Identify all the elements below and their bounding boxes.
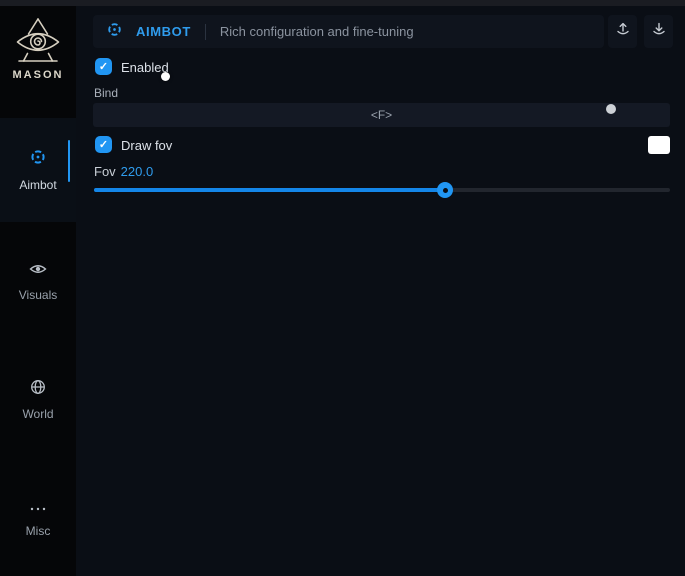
- sidebar-item-label: Aimbot: [19, 178, 56, 192]
- window-top-edge: [0, 0, 685, 6]
- crosshair-icon: [106, 21, 123, 43]
- active-item-indicator: [68, 140, 70, 182]
- eye-icon: [29, 262, 47, 281]
- enabled-checkbox[interactable]: ✓: [95, 58, 112, 75]
- crosshair-icon: [29, 148, 47, 171]
- page-subtitle: Rich configuration and fine-tuning: [220, 24, 414, 39]
- check-icon: ✓: [99, 138, 108, 151]
- sidebar-item-visuals[interactable]: Visuals: [0, 256, 76, 308]
- sidebar-item-aimbot[interactable]: Aimbot: [0, 118, 76, 222]
- upload-icon: [615, 21, 631, 42]
- sidebar-item-misc[interactable]: Misc: [0, 492, 76, 544]
- draw-fov-checkbox[interactable]: ✓: [95, 136, 112, 153]
- check-icon: ✓: [99, 60, 108, 73]
- download-icon: [651, 21, 667, 42]
- sidebar-item-world[interactable]: World: [0, 374, 76, 426]
- mason-window: MASON Aimbot Visuals: [0, 0, 685, 576]
- brand-logo: MASON: [0, 16, 76, 81]
- header-divider: [205, 24, 206, 40]
- fov-label-text: Fov: [94, 164, 116, 179]
- globe-icon: [30, 379, 46, 400]
- page-title: AIMBOT: [136, 24, 191, 39]
- sidebar: MASON Aimbot Visuals: [0, 6, 76, 576]
- fov-label: Fov 220.0: [94, 164, 153, 179]
- bind-value: <F>: [371, 108, 392, 122]
- eye-pyramid-icon: [0, 16, 76, 66]
- fov-color-swatch[interactable]: [648, 136, 670, 154]
- draw-fov-label: Draw fov: [121, 138, 172, 153]
- import-config-button[interactable]: [644, 15, 673, 48]
- fov-slider[interactable]: [94, 188, 670, 192]
- ellipsis-icon: [29, 499, 47, 517]
- sidebar-item-label: World: [22, 407, 53, 421]
- fov-value: 220.0: [121, 164, 154, 179]
- bind-input[interactable]: <F>: [93, 103, 670, 127]
- page-header: AIMBOT Rich configuration and fine-tunin…: [93, 15, 604, 48]
- brand-name: MASON: [0, 69, 76, 81]
- fov-slider-fill: [94, 188, 445, 192]
- export-config-button[interactable]: [608, 15, 637, 48]
- sidebar-item-label: Misc: [26, 524, 51, 538]
- sidebar-item-label: Visuals: [19, 288, 57, 302]
- enabled-label: Enabled: [121, 60, 169, 75]
- bind-label: Bind: [94, 86, 118, 100]
- fov-slider-handle[interactable]: [437, 182, 453, 198]
